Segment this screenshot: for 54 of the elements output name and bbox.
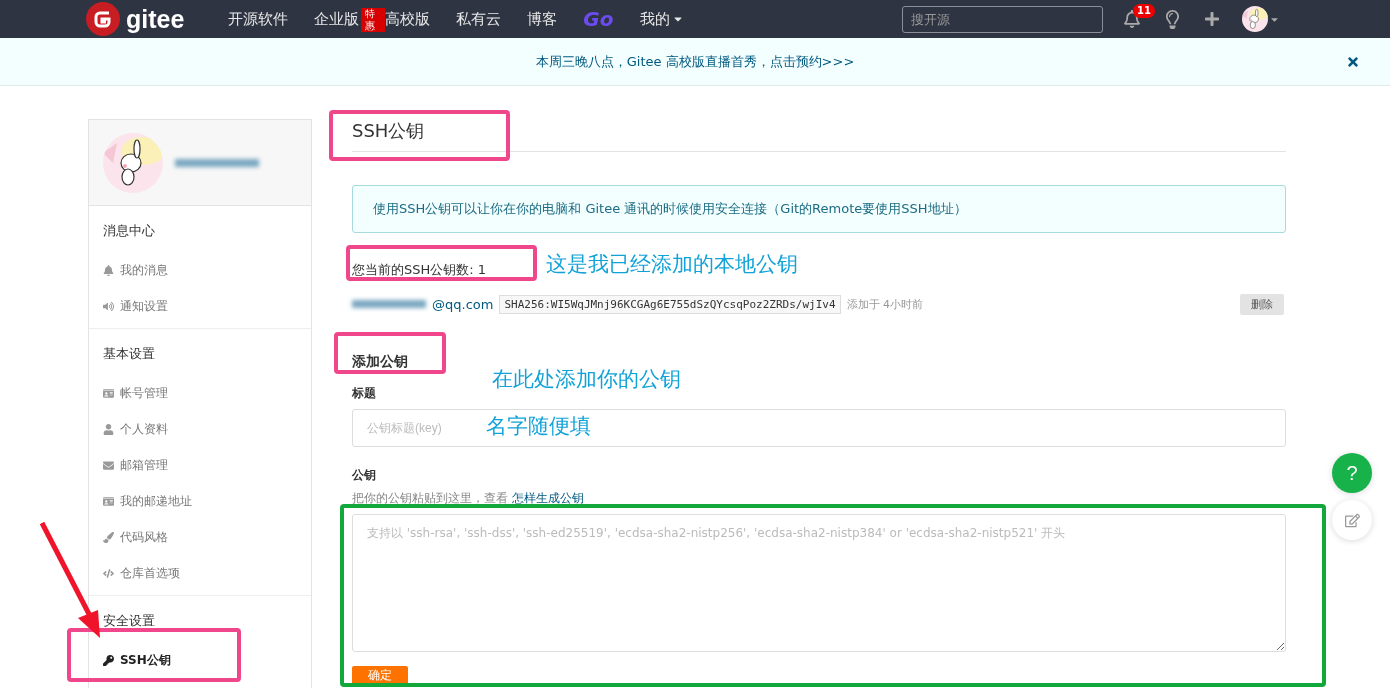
nav-link[interactable]: 博客 <box>527 9 558 29</box>
delete-button[interactable]: 删除 <box>1240 293 1284 315</box>
field-label: 标题 <box>352 385 377 402</box>
nav-link[interactable]: 我的 <box>639 9 684 29</box>
annotation-note: 这是我已经添加的本地公钥 <box>546 251 798 278</box>
nav-link[interactable]: 企业版 <box>314 9 360 29</box>
sidebar-item[interactable]: 我的邮递地址 <box>103 483 297 519</box>
logo-text[interactable]: gitee <box>126 4 185 34</box>
added-time: 添加于 4小时前 <box>846 296 924 312</box>
section-title: 添加公钥 <box>352 353 409 371</box>
info-notice: 使用SSH公钥可以让你在你的电脑和 Gitee 通讯的时候使用安全连接（Git的Remote要使用SSH地址） <box>352 185 1286 233</box>
nav-badge: 特惠 <box>361 7 386 32</box>
help-link[interactable]: 怎样生成公钥 <box>511 491 584 505</box>
sidebar-item[interactable]: 仓库首选项 <box>103 555 297 591</box>
field-label: 公钥 <box>352 467 377 484</box>
feedback-button[interactable] <box>1332 500 1372 540</box>
notification-count: 11 <box>1133 4 1155 18</box>
key-fingerprint: SHA256:WI5WqJMnj96KCGAg6E755dSzQYcsqPoz2ZRDs/wjIv4 <box>499 294 841 314</box>
bell-icon <box>103 264 114 276</box>
speaker-icon <box>103 300 114 312</box>
announcement-link[interactable]: 本周三晚八点，Gitee 高校版直播首秀，点击预约>>> <box>535 52 855 71</box>
sidebar-item[interactable]: 帐号管理 <box>103 375 297 411</box>
nav-link[interactable]: 私有云 <box>456 9 502 29</box>
sidebar-item[interactable]: 通知设置 <box>103 288 297 324</box>
id-card-icon <box>103 387 114 399</box>
plus-icon[interactable] <box>1204 11 1220 27</box>
section-title: 基本设置 <box>103 345 156 363</box>
sidebar-item[interactable]: 邮箱管理 <box>103 447 297 483</box>
key-icon <box>103 654 114 666</box>
lightbulb-icon[interactable] <box>1163 9 1182 29</box>
logo-icon[interactable] <box>86 2 120 36</box>
brush-icon <box>103 531 114 543</box>
annotation-note: 名字随便填 <box>486 413 591 440</box>
sidebar-item[interactable]: 个人资料 <box>103 411 297 447</box>
id-card-icon <box>103 495 114 507</box>
code-icon <box>103 567 114 579</box>
sidebar-item[interactable]: SSH公钥 <box>103 642 297 678</box>
section-title: 安全设置 <box>103 612 156 630</box>
page-title: SSH公钥 <box>352 119 1286 152</box>
help-text: 把你的公钥粘贴到这里，查看 怎样生成公钥 <box>352 490 585 507</box>
nav-link[interactable]: 开源软件 <box>228 9 289 29</box>
annotation-note: 在此处添加你的公钥 <box>492 366 681 393</box>
key-email: @qq.com <box>432 296 494 312</box>
sidebar-item[interactable]: 我的消息 <box>103 252 297 288</box>
envelope-icon <box>103 459 114 471</box>
key-count: 您当前的SSH公钥数: 1 <box>352 261 487 279</box>
key-field[interactable]: 支持以 'ssh-rsa', 'ssh-dss', 'ssh-ed25519', 'ecdsa-sha2-nistp256', 'ecdsa-sha2-nistp384' or 'ecdsa-sha2-nistp521' 开头 <box>352 514 1286 652</box>
close-icon[interactable] <box>1346 55 1360 69</box>
sidebar-item[interactable]: 代码风格 <box>103 519 297 555</box>
search-field[interactable]: 搜开源 <box>902 5 1103 33</box>
nav-link[interactable]: 高校版 <box>385 9 431 29</box>
section-title: 消息中心 <box>103 222 156 240</box>
edit-icon <box>1344 512 1360 528</box>
user-icon <box>103 423 114 435</box>
